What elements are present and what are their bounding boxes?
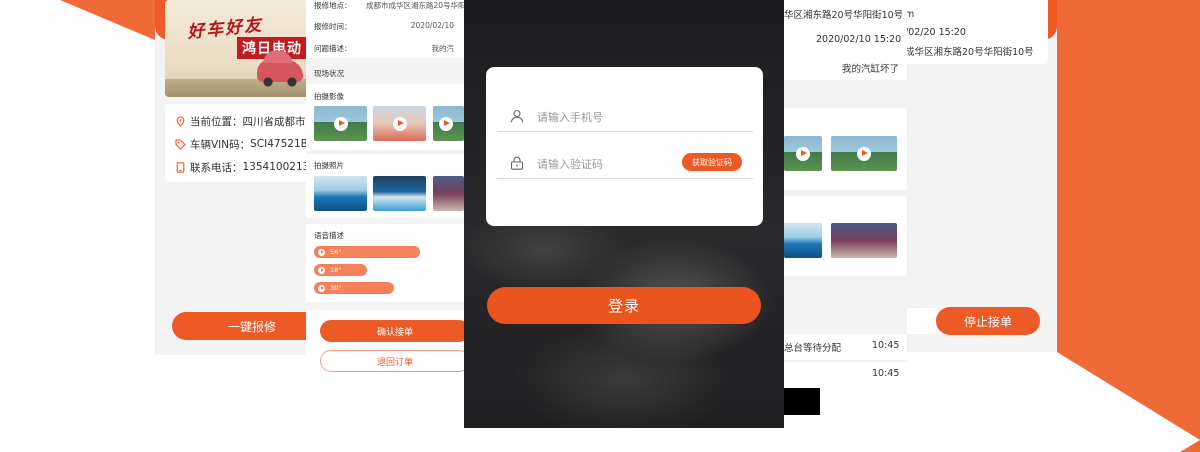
- voice-section-title: 语音描述: [314, 231, 344, 240]
- play-icon: [318, 248, 325, 256]
- photo-card: [784, 196, 907, 276]
- address-value: 成都市成华区湘东路20号华阳: [366, 1, 464, 10]
- login-button[interactable]: 登录: [487, 287, 761, 324]
- photo-thumbnail[interactable]: [831, 223, 897, 258]
- voice-duration: 30": [330, 284, 342, 292]
- video-thumbnail[interactable]: [831, 136, 897, 171]
- vin-row: 车辆VIN码： SCI47521BI00: [175, 137, 324, 151]
- get-code-button[interactable]: 获取验证码: [682, 153, 742, 171]
- status-time: 10:45: [872, 340, 900, 351]
- time-label: 报修时间：: [314, 22, 352, 31]
- input-divider: [497, 131, 753, 132]
- photo-thumbnail[interactable]: [373, 176, 426, 211]
- vehicle-info-card: 当前位置： 四川省成都市武侯 车辆VIN码： SCI47521BI00 联系电话…: [165, 104, 327, 182]
- voice-duration: 18": [330, 266, 342, 274]
- play-icon: [318, 284, 325, 292]
- video-thumbnail[interactable]: [784, 136, 822, 171]
- order-status-screen: m /02/20 15:20 成华区湘东路20号华阳街10号 停止接单: [905, 0, 1057, 352]
- order-summary-card: 华区湘东路20号华阳街10号 2020/02/10 15:20 我的汽缸坏了: [784, 0, 907, 80]
- play-icon: [439, 116, 453, 131]
- banner-car-image: [257, 51, 303, 87]
- play-icon: [318, 266, 325, 274]
- problem-value: 我的汽: [431, 44, 455, 53]
- address-label: 报修地点：: [314, 1, 352, 10]
- order-problem: 我的汽缸坏了: [842, 64, 900, 75]
- stop-accepting-button[interactable]: 停止接单: [936, 307, 1040, 335]
- play-icon: [857, 146, 871, 161]
- video-thumbnail[interactable]: [373, 106, 426, 141]
- photo-thumbnail[interactable]: [784, 223, 822, 258]
- play-icon: [796, 146, 810, 161]
- phone-icon: [175, 161, 186, 173]
- photo-section-title: 拍摄照片: [314, 161, 344, 170]
- vin-label: 车辆VIN码：: [190, 138, 251, 151]
- video-section-title: 拍摄影像: [314, 92, 344, 101]
- input-divider: [497, 178, 753, 179]
- bg-shape-left: [60, 0, 155, 40]
- bg-shape-right: [1057, 0, 1200, 440]
- problem-row: 问题描述： 我的汽: [314, 43, 464, 57]
- phone-value: 13541002139: [242, 161, 317, 173]
- status-row[interactable]: 10:45: [784, 362, 907, 388]
- video-thumbnail[interactable]: [314, 106, 367, 141]
- photo-thumbnail[interactable]: [433, 176, 464, 211]
- photo-thumbnail[interactable]: [314, 176, 367, 211]
- order-list-screen: 华区湘东路20号华阳街10号 2020/02/10 15:20 我的汽缸坏了 总…: [784, 0, 907, 388]
- voice-card: 语音描述 56" 18" 30": [306, 224, 464, 302]
- voice-message[interactable]: 56": [314, 246, 420, 258]
- lock-icon: [510, 156, 524, 170]
- address-row: 报修地点： 成都市成华区湘东路20号华阳: [314, 0, 464, 14]
- stage: 好车好友 鸿日电动 当前位置： 四川省成都市武侯 车辆VIN码： SCI4752…: [0, 0, 1200, 452]
- status-row[interactable]: 总台等待分配 10:45: [784, 334, 907, 360]
- problem-label: 问题描述：: [314, 44, 352, 53]
- video-card: 拍摄影像: [306, 84, 464, 150]
- location-icon: [175, 115, 186, 127]
- order-info-card: m /02/20 15:20 成华区湘东路20号华阳街10号: [905, 0, 1048, 64]
- order-address: 华区湘东路20号华阳街10号: [784, 10, 904, 21]
- play-icon: [392, 116, 407, 131]
- repair-request-screen: 好车好友 鸿日电动 当前位置： 四川省成都市武侯 车辆VIN码： SCI4752…: [155, 0, 332, 355]
- order-detail-card: 报修地点： 成都市成华区湘东路20号华阳 报修时间： 2020/02/10 问题…: [306, 0, 464, 58]
- order-time: 2020/02/10 15:20: [816, 34, 902, 45]
- time-value: 2020/02/10: [410, 21, 454, 30]
- voice-duration: 56": [330, 248, 342, 256]
- location-label: 当前位置：: [190, 115, 243, 128]
- video-thumbnail[interactable]: [433, 106, 464, 141]
- tag-icon: [175, 138, 186, 150]
- status-text: 总台等待分配: [784, 343, 842, 354]
- confirm-order-button[interactable]: 确认接单: [320, 320, 470, 342]
- phone-row: 联系电话： 13541002139: [175, 160, 316, 174]
- bg-shape-tail: [1180, 440, 1200, 452]
- photo-card: 拍摄照片: [306, 154, 464, 218]
- order-address: 成华区湘东路20号华阳街10号: [905, 47, 1034, 58]
- status-field: [905, 307, 936, 335]
- login-form-card: 请输入手机号 请输入验证码 获取验证码: [486, 67, 763, 226]
- voice-message[interactable]: 18": [314, 264, 367, 276]
- device-edge: [784, 388, 820, 415]
- code-input[interactable]: 请输入验证码: [537, 156, 603, 172]
- login-screen: 请输入手机号 请输入验证码 获取验证码 登录: [464, 0, 784, 428]
- order-detail-screen: 报修地点： 成都市成华区湘东路20号华阳 报修时间： 2020/02/10 问题…: [306, 0, 470, 382]
- time-row: 报修时间： 2020/02/10: [314, 21, 464, 35]
- return-order-button[interactable]: 退回订单: [320, 350, 470, 372]
- video-card: [784, 108, 907, 190]
- phone-input[interactable]: 请输入手机号: [537, 109, 603, 125]
- phone-label: 联系电话：: [190, 161, 243, 174]
- scene-section-title: 现场状况: [314, 69, 344, 78]
- location-row: 当前位置： 四川省成都市武侯: [175, 114, 327, 128]
- voice-message[interactable]: 30": [314, 282, 394, 294]
- promo-banner[interactable]: 好车好友 鸿日电动: [165, 0, 310, 97]
- order-time: /02/20 15:20: [905, 27, 966, 38]
- user-icon: [510, 109, 524, 123]
- status-time: 10:45: [872, 368, 900, 379]
- play-icon: [333, 116, 348, 131]
